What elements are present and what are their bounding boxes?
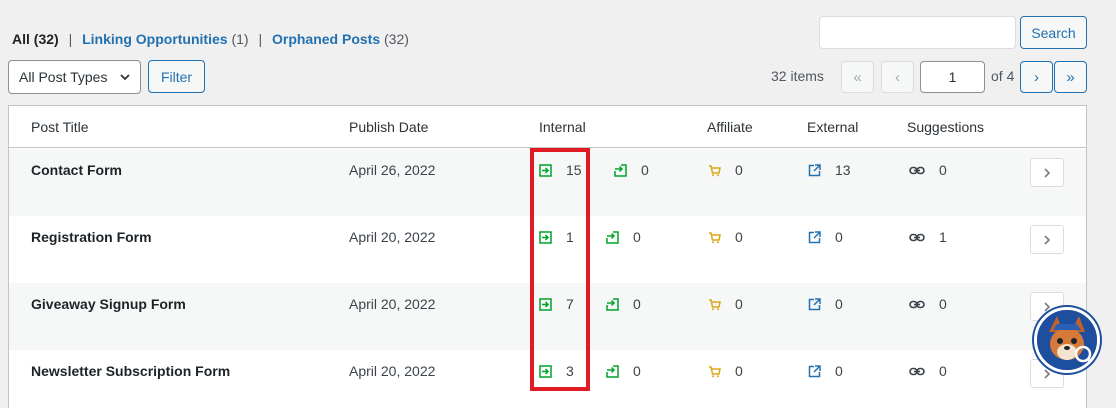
filter-orphaned-count: (32): [384, 31, 409, 47]
filter-linking-label: Linking Opportunities: [82, 31, 228, 47]
table-header: Post Title Publish Date Internal Affilia…: [9, 106, 1086, 148]
external-count: 13: [835, 162, 851, 178]
suggestions-count: 0: [939, 296, 947, 312]
affiliate-links[interactable]: 0: [708, 296, 743, 312]
search-input[interactable]: [819, 16, 1016, 49]
filter-orphaned-posts[interactable]: Orphaned Posts: [272, 31, 380, 47]
external-count: 0: [835, 229, 843, 245]
search-button[interactable]: Search: [1020, 16, 1087, 49]
suggestions[interactable]: 0: [909, 363, 947, 379]
mascot-help-button[interactable]: [1034, 307, 1100, 373]
chain-link-icon: [909, 300, 925, 308]
highlight-box: [530, 148, 590, 391]
post-type-select[interactable]: All Post Types: [8, 60, 141, 94]
external-count: 0: [835, 296, 843, 312]
chain-link-icon: [909, 233, 925, 241]
total-pages: of 4: [991, 68, 1015, 84]
last-page-button[interactable]: »: [1054, 61, 1087, 93]
affiliate-count: 0: [735, 363, 743, 379]
suggestions-count: 1: [939, 229, 947, 245]
external-count: 0: [835, 363, 843, 379]
filter-all-label: All: [12, 31, 30, 47]
affiliate-links[interactable]: 0: [708, 363, 743, 379]
external-link-icon: [808, 230, 821, 243]
internal-outbound[interactable]: 0: [614, 162, 649, 178]
col-internal[interactable]: Internal: [539, 119, 586, 135]
chain-link-icon: [909, 367, 925, 375]
cart-icon: [709, 164, 721, 176]
suggestions-count: 0: [939, 363, 947, 379]
filter-linking-opportunities[interactable]: Linking Opportunities: [82, 31, 227, 47]
suggestions[interactable]: 1: [909, 229, 947, 245]
external-link-icon: [808, 364, 821, 377]
external-links[interactable]: 0: [808, 363, 843, 379]
external-links[interactable]: 0: [808, 229, 843, 245]
publish-date: April 26, 2022: [349, 162, 436, 178]
publish-date: April 20, 2022: [349, 229, 436, 245]
items-count: 32 items: [771, 68, 824, 84]
publish-date: April 20, 2022: [349, 363, 436, 379]
internal-outbound[interactable]: 0: [606, 296, 641, 312]
filter-linking-count: (1): [231, 31, 249, 47]
cart-icon: [709, 231, 721, 243]
post-title[interactable]: Registration Form: [31, 229, 152, 245]
external-links[interactable]: 13: [808, 162, 851, 178]
prev-page-button[interactable]: ‹: [881, 61, 914, 93]
outbound-link-icon: [614, 163, 627, 177]
affiliate-count: 0: [735, 296, 743, 312]
external-link-icon: [808, 163, 821, 176]
chevron-right-icon: [1044, 234, 1051, 245]
chevron-down-icon: [120, 74, 130, 81]
suggestions-count: 0: [939, 162, 947, 178]
affiliate-count: 0: [735, 162, 743, 178]
col-post-title[interactable]: Post Title: [31, 119, 89, 135]
separator: |: [68, 31, 73, 47]
affiliate-links[interactable]: 0: [708, 229, 743, 245]
first-page-button[interactable]: «: [841, 61, 874, 93]
filter-orphaned-label: Orphaned Posts: [271, 31, 381, 47]
internal-outbound-count: 0: [633, 363, 641, 379]
filter-button[interactable]: Filter: [148, 60, 205, 93]
internal-outbound-count: 0: [641, 162, 649, 178]
filter-all-count: (32): [33, 31, 59, 47]
outbound-link-icon: [606, 230, 619, 244]
post-title[interactable]: Newsletter Subscription Form: [31, 363, 230, 379]
internal-outbound-count: 0: [633, 229, 641, 245]
post-title[interactable]: Contact Form: [31, 162, 122, 178]
col-external[interactable]: External: [807, 119, 858, 135]
separator: |: [258, 31, 263, 47]
chevron-right-icon: [1044, 368, 1051, 379]
chain-link-icon: [909, 166, 925, 174]
post-title[interactable]: Giveaway Signup Form: [31, 296, 186, 312]
affiliate-count: 0: [735, 229, 743, 245]
suggestions[interactable]: 0: [909, 162, 947, 178]
outbound-link-icon: [606, 297, 619, 311]
expand-row-button[interactable]: [1030, 225, 1064, 254]
next-page-button[interactable]: ›: [1020, 61, 1053, 93]
expand-row-button[interactable]: [1030, 158, 1064, 187]
current-page-input[interactable]: 1: [920, 61, 985, 93]
filter-all[interactable]: All (32): [12, 31, 59, 47]
affiliate-links[interactable]: 0: [708, 162, 743, 178]
external-link-icon: [808, 297, 821, 310]
chevron-right-icon: [1044, 167, 1051, 178]
cart-icon: [709, 298, 721, 310]
external-links[interactable]: 0: [808, 296, 843, 312]
mascot-icon: [1037, 310, 1097, 370]
col-publish-date[interactable]: Publish Date: [349, 119, 428, 135]
internal-outbound[interactable]: 0: [606, 363, 641, 379]
col-affiliate[interactable]: Affiliate: [707, 119, 753, 135]
internal-outbound[interactable]: 0: [606, 229, 641, 245]
suggestions[interactable]: 0: [909, 296, 947, 312]
col-suggestions[interactable]: Suggestions: [907, 119, 984, 135]
outbound-link-icon: [606, 364, 619, 378]
publish-date: April 20, 2022: [349, 296, 436, 312]
status-filters: All (32) | Linking Opportunities (1) | O…: [12, 31, 409, 47]
internal-outbound-count: 0: [633, 296, 641, 312]
cart-icon: [709, 365, 721, 377]
post-type-selected: All Post Types: [19, 69, 108, 85]
